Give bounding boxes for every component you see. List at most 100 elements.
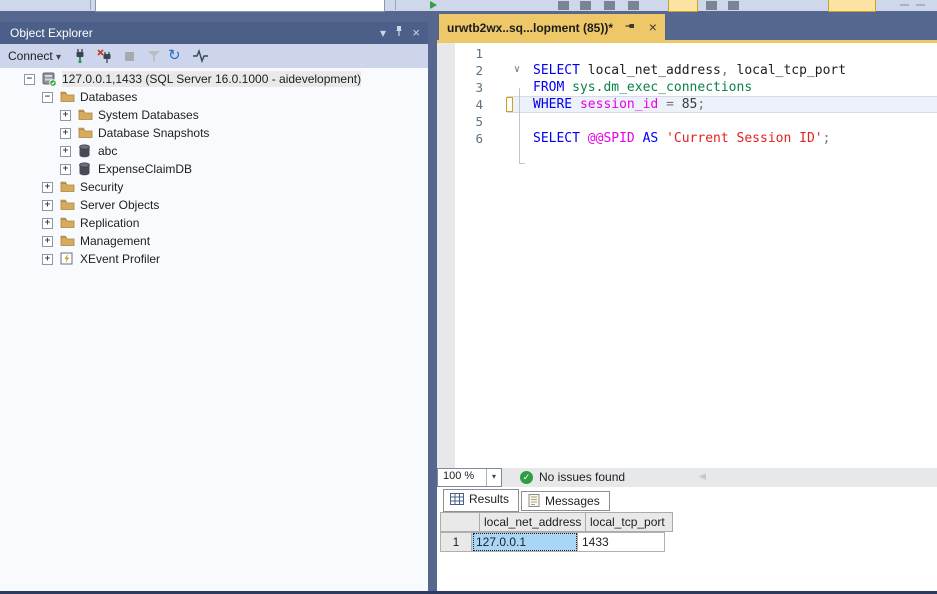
token-id (572, 97, 580, 112)
document-tab-strip: urwtb2wx..sq...lopment (85))* × (437, 14, 937, 40)
collapse-icon[interactable]: − (24, 74, 35, 85)
chevron-down-icon[interactable]: ▾ (486, 469, 501, 486)
token-op: = (666, 97, 674, 112)
panel-title: Object Explorer (10, 22, 93, 44)
tree-item-label: ExpenseClaimDB (98, 161, 192, 177)
tree-item-replication[interactable]: + Replication (0, 214, 428, 232)
tree-item-security[interactable]: +Security (0, 178, 428, 196)
token-id (658, 97, 666, 112)
token-id (674, 97, 682, 112)
toolbar-toggle-icon[interactable] (828, 0, 876, 12)
grid-corner-cell[interactable] (440, 512, 480, 532)
tree-item-abc[interactable]: + abc (0, 142, 428, 160)
tree-item-server-objects[interactable]: + Server Objects (0, 196, 428, 214)
code-line-4[interactable]: 4WHERE session_id = 85; (437, 96, 937, 113)
code-line-5[interactable]: 5 (437, 113, 937, 130)
grid-cell[interactable]: 127.0.0.1 (472, 532, 578, 552)
expand-icon[interactable]: + (60, 146, 71, 157)
tree-item-label: XEvent Profiler (80, 251, 160, 267)
refresh-icon[interactable]: ↻ (168, 48, 184, 64)
close-icon[interactable]: × (412, 22, 420, 44)
tab-messages[interactable]: Messages (521, 491, 610, 511)
token-sys: sys.dm_exec_connections (572, 80, 752, 95)
tree-item-management[interactable]: + Management (0, 232, 428, 250)
change-tracking-bar (506, 97, 513, 112)
object-explorer-toolbar: Connect ▾ ↻ (0, 44, 428, 68)
check-circle-icon: ✓ (520, 471, 533, 484)
sql-editor[interactable]: 12∨SELECT local_net_address, local_tcp_p… (437, 43, 937, 468)
scroll-left-arrow-icon[interactable]: ◀ (699, 471, 706, 482)
tab-label: Results (469, 492, 509, 506)
expand-icon[interactable]: + (42, 200, 53, 211)
toolbar-icon[interactable] (706, 1, 717, 10)
document-well: urwtb2wx..sq...lopment (85))* × 12∨SELEC… (437, 14, 937, 591)
tree-item-label: Replication (80, 215, 139, 231)
object-explorer-titlebar[interactable]: Object Explorer ▾ × (0, 22, 428, 44)
tree-item-databases[interactable]: − Databases (0, 88, 428, 106)
code-line-1[interactable]: 1 (437, 45, 937, 62)
tab-results[interactable]: Results (443, 489, 519, 512)
tree-item-label: Server Objects (80, 197, 159, 213)
messages-icon (528, 494, 540, 513)
expand-icon[interactable]: + (60, 164, 71, 175)
toolbar-icon[interactable] (580, 1, 591, 10)
tree-item-127-0-0-1-1433-sql-server-16-0[interactable]: − 127.0.0.1,1433 (SQL Server 16.0.1000 - … (0, 70, 428, 88)
grid-cell[interactable]: 1433 (578, 532, 665, 552)
panel-splitter[interactable] (428, 22, 437, 591)
expand-icon[interactable]: + (42, 254, 53, 265)
toolbar-combo-box[interactable] (95, 0, 385, 12)
code-line-6[interactable]: 6SELECT @@SPID AS 'Current Session ID'; (437, 130, 937, 147)
expand-icon[interactable]: + (42, 182, 53, 193)
results-pane: Results Messages local_net_addresslocal_t… (437, 487, 937, 591)
object-explorer-panel: Object Explorer ▾ × Connect ▾ (0, 22, 428, 591)
zoom-select[interactable]: 100 % ▾ (437, 468, 502, 487)
toolbar-icon[interactable] (558, 1, 569, 10)
main-toolbar (0, 0, 937, 11)
fold-collapse-icon[interactable]: ∨ (514, 61, 520, 78)
window-position-chevron-icon[interactable]: ▾ (380, 22, 386, 44)
connect-button[interactable]: Connect ▾ (8, 44, 61, 70)
expand-icon[interactable]: + (60, 110, 71, 121)
pin-icon[interactable] (625, 21, 639, 35)
xevent-icon (60, 252, 75, 266)
execute-icon[interactable] (430, 1, 437, 9)
toolbar-toggle-icon[interactable] (668, 0, 698, 12)
code-line-2[interactable]: 2∨SELECT local_net_address, local_tcp_po… (437, 62, 937, 79)
disconnect-plug-icon[interactable] (96, 48, 112, 64)
token-id (564, 80, 572, 95)
token-id (635, 131, 643, 146)
chevron-down-icon: ▾ (56, 52, 61, 63)
expand-icon[interactable]: + (60, 128, 71, 139)
expand-icon[interactable]: + (42, 218, 53, 229)
toolbar-separator (90, 0, 91, 10)
query-document-tab[interactable]: urwtb2wx..sq...lopment (85))* × (439, 14, 665, 40)
column-header-local_net_address[interactable]: local_net_address (480, 512, 586, 532)
connect-plug-icon[interactable] (72, 48, 88, 64)
tree-item-expenseclaimdb[interactable]: + ExpenseClaimDB (0, 160, 428, 178)
tree-item-label: Databases (80, 89, 137, 105)
row-header[interactable]: 1 (440, 532, 472, 552)
close-icon[interactable]: × (649, 19, 657, 35)
token-kw: SELECT (533, 63, 580, 78)
code-line-3[interactable]: 3FROM sys.dm_exec_connections (437, 79, 937, 96)
tree-item-xevent-profiler[interactable]: + XEvent Profiler (0, 250, 428, 268)
tree-item-system-databases[interactable]: +System Databases (0, 106, 428, 124)
column-header-local_tcp_port[interactable]: local_tcp_port (586, 512, 673, 532)
toolbar-icon[interactable] (728, 1, 739, 10)
pin-icon[interactable] (394, 22, 404, 44)
code-text: SELECT local_net_address, local_tcp_port (533, 62, 846, 79)
toolbar-icon[interactable] (604, 1, 615, 10)
expand-icon[interactable]: + (42, 236, 53, 247)
grid-header-row: local_net_addresslocal_tcp_port (440, 512, 673, 532)
tree-item-label: abc (98, 143, 117, 159)
line-number: 4 (457, 96, 483, 113)
toolbar-icon[interactable] (628, 1, 639, 10)
token-str: 'Current Session ID' (666, 131, 823, 146)
tree-item-database-snapshots[interactable]: +Database Snapshots (0, 124, 428, 142)
tree-item-label: 127.0.0.1,1433 (SQL Server 16.0.1000 - a… (62, 71, 361, 87)
token-kw: FROM (533, 80, 564, 95)
collapse-icon[interactable]: − (42, 92, 53, 103)
activity-monitor-icon[interactable] (192, 48, 208, 64)
stop-icon (122, 48, 138, 64)
tree-item-label: Management (80, 233, 150, 249)
